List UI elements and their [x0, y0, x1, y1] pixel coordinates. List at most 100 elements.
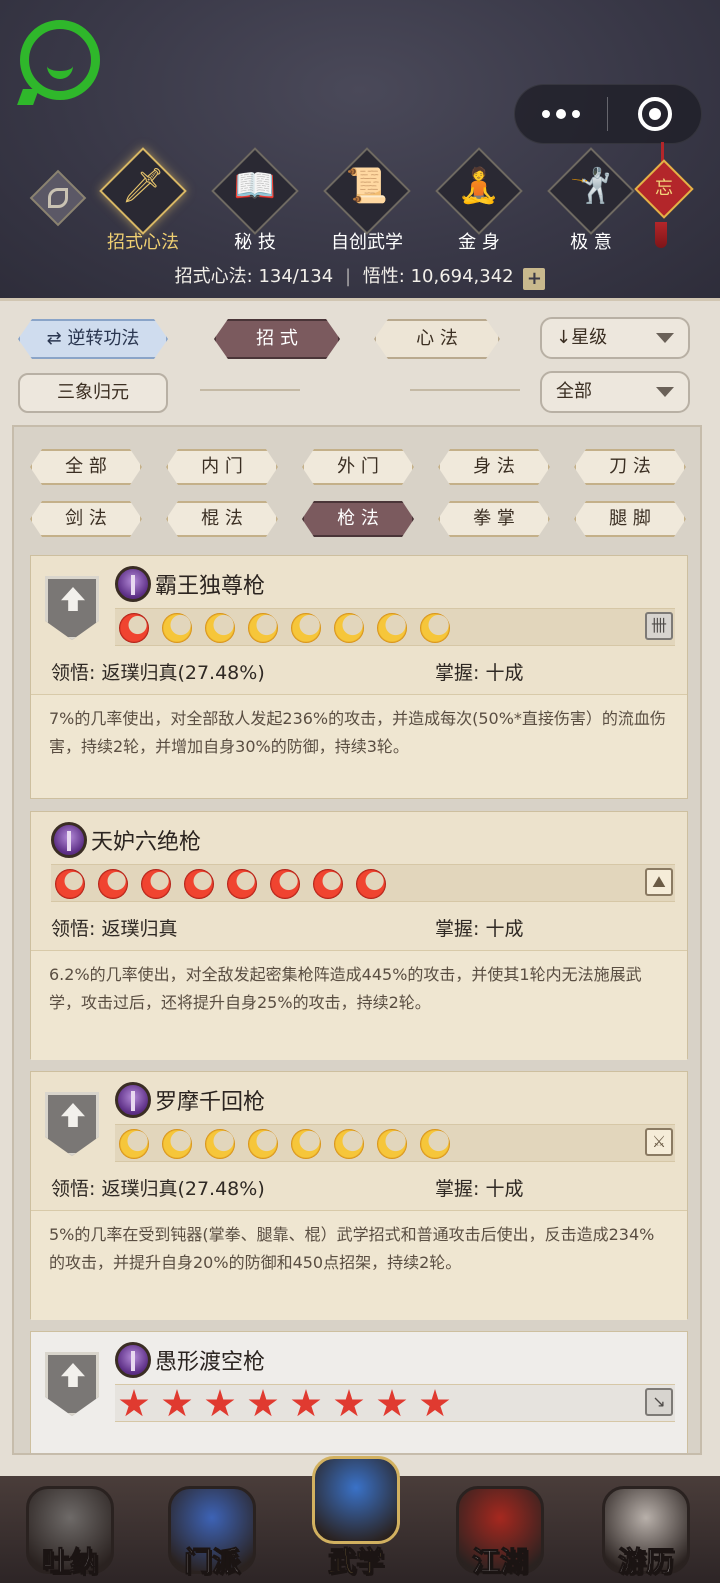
- weapon-type-icon: ↘: [645, 1388, 673, 1416]
- add-insight-button[interactable]: +: [523, 268, 546, 290]
- tab-mind[interactable]: 心 法: [374, 319, 500, 359]
- divider: [410, 389, 520, 391]
- upgrade-shield-icon[interactable]: [45, 576, 99, 640]
- chat-bubble-icon[interactable]: [20, 20, 100, 100]
- nav-breathing[interactable]: 吐纳: [20, 1486, 120, 1582]
- rank-marks: [115, 1124, 675, 1162]
- tab-moves-mind[interactable]: 🗡 招式心法: [90, 147, 190, 253]
- sort-select[interactable]: ↓星级: [540, 317, 690, 359]
- filter-inner[interactable]: 内 门: [166, 449, 278, 485]
- star-mark-icon: [334, 1389, 364, 1417]
- eye-toggle-button[interactable]: [29, 169, 87, 227]
- nav-travel[interactable]: 游历: [596, 1486, 696, 1582]
- nav-martial-arts[interactable]: 武学: [306, 1456, 406, 1582]
- tab-label: 秘 技: [234, 232, 276, 253]
- star-mark-icon: [119, 1389, 149, 1417]
- skill-card[interactable]: 愚形渡空枪 ↘: [30, 1331, 688, 1453]
- swap-icon: ⇄: [46, 328, 62, 349]
- tab-custom-martial[interactable]: 📜 自创武学: [314, 147, 414, 253]
- stats-line: 招式心法: 134/134 | 悟性: 10,694,342 +: [0, 262, 720, 290]
- skill-card[interactable]: 霸王独尊枪 卌 领悟: 返璞归真(27.48%) 掌握: 十成 7%的几率使出，…: [30, 555, 688, 799]
- insight-value: 返璞归真: [101, 918, 178, 940]
- tab-golden-body[interactable]: 🧘 金 身: [426, 147, 526, 253]
- tab-moves[interactable]: 招 式: [214, 319, 340, 359]
- mastery-label: 掌握:: [435, 1178, 480, 1200]
- filter-staff[interactable]: 棍 法: [166, 501, 278, 537]
- skill-card[interactable]: 天妒六绝枪 ⛰ 领悟: 返璞归真 掌握: 十成 6.2%的几率使出，对全敌发起密…: [30, 811, 688, 1060]
- skill-list-area: 全 部 内 门 外 门 身 法 刀 法 剑 法 棍 法 枪 法 拳 掌 腿 脚 …: [12, 425, 702, 1455]
- filter-all[interactable]: 全 部: [30, 449, 142, 485]
- moon-mark-icon: [248, 1129, 278, 1159]
- filter-sword[interactable]: 剑 法: [30, 501, 142, 537]
- tab-label: 金 身: [458, 232, 500, 253]
- down-arrow-icon: ↓: [556, 327, 572, 348]
- target-icon: [637, 97, 672, 131]
- tab-secret-skill[interactable]: 📖 秘 技: [202, 147, 302, 253]
- rank-marks: [51, 864, 675, 902]
- insight-value: 返璞归真(27.48%): [101, 1178, 265, 1200]
- scroll-icon: 📜: [345, 166, 389, 206]
- bottom-nav: 吐纳 门派 武学 江湖 游历: [0, 1456, 720, 1583]
- fire-mark-icon: [270, 869, 300, 899]
- moon-mark-icon: [377, 613, 407, 643]
- mastery-label: 掌握:: [435, 662, 480, 684]
- reverse-technique-button[interactable]: ⇄ 逆转功法: [18, 319, 168, 359]
- tab-ultimate[interactable]: 🤺 极 意: [538, 147, 638, 253]
- moon-mark-icon: [205, 613, 235, 643]
- moves-count-value: 134/134: [258, 266, 334, 287]
- mastery-label: 掌握:: [435, 918, 480, 940]
- mastery-value: 十成: [485, 662, 524, 684]
- meditation-icon: 🧘: [457, 166, 501, 206]
- fire-mark-icon: [227, 869, 257, 899]
- skill-card[interactable]: 罗摩千回枪 ⚔ 领悟: 返璞归真(27.48%) 掌握: 十成 5%的几率在受到…: [30, 1071, 688, 1320]
- moon-mark-icon: [334, 1129, 364, 1159]
- fire-mark-icon: [184, 869, 214, 899]
- scope-label: 全部: [556, 381, 592, 402]
- description-text: 7%的几率使出，对全部敌人发起236%的攻击，并造成每次(50%*直接伤害）的流…: [49, 709, 666, 756]
- spear-skill-icon: [115, 1342, 151, 1378]
- weapon-type-icon: ⛰: [645, 868, 673, 896]
- filter-fist[interactable]: 拳 掌: [438, 501, 550, 537]
- mastery-value: 十成: [485, 1178, 524, 1200]
- divider: [200, 389, 300, 391]
- tab-label: 招式心法: [107, 232, 179, 253]
- sword-icon: 🗡: [121, 166, 165, 206]
- filter-blade[interactable]: 刀 法: [574, 449, 686, 485]
- upgrade-shield-icon[interactable]: [45, 1352, 99, 1416]
- upgrade-shield-icon[interactable]: [45, 1092, 99, 1156]
- category-tabs: 🗡 招式心法 📖 秘 技 📜 自创武学 🧘 金 身 🤺 极 意: [90, 147, 710, 253]
- sanxiang-button[interactable]: 三象归元: [18, 373, 168, 413]
- fire-mark-icon: [55, 869, 85, 899]
- fighter-icon: 🤺: [569, 166, 613, 206]
- nav-label: 江湖: [471, 1545, 528, 1579]
- description-text: 5%的几率在受到钝器(掌拳、腿靠、棍）武学招式和普通攻击后使出，反击造成234%…: [49, 1225, 655, 1272]
- nav-sect[interactable]: 门派: [162, 1486, 262, 1582]
- filter-movement[interactable]: 身 法: [438, 449, 550, 485]
- skill-name: 天妒六绝枪: [91, 830, 202, 855]
- spear-skill-icon: [115, 1082, 151, 1118]
- spear-skill-icon: [51, 822, 87, 858]
- nav-label: 门派: [183, 1545, 240, 1579]
- star-mark-icon: [162, 1389, 192, 1417]
- fire-mark-icon: [313, 869, 343, 899]
- filter-spear[interactable]: 枪 法: [302, 501, 414, 537]
- filter-outer[interactable]: 外 门: [302, 449, 414, 485]
- insight-value: 返璞归真(27.48%): [101, 662, 265, 684]
- rank-marks: [115, 1384, 675, 1422]
- nav-label: 武学: [327, 1545, 384, 1579]
- miniprogram-capsule: [514, 84, 702, 144]
- nav-jianghu[interactable]: 江湖: [450, 1486, 550, 1582]
- insight-label: 领悟:: [51, 1178, 96, 1200]
- fire-mark-icon: [98, 869, 128, 899]
- top-header: 🗡 招式心法 📖 秘 技 📜 自创武学 🧘 金 身 🤺 极 意 忘 招式心法: …: [0, 0, 720, 300]
- fire-mark-icon: [141, 869, 171, 899]
- moon-mark-icon: [205, 1129, 235, 1159]
- filter-leg[interactable]: 腿 脚: [574, 501, 686, 537]
- star-mark-icon: [248, 1389, 278, 1417]
- close-miniprogram-button[interactable]: [608, 97, 701, 131]
- star-mark-icon: [205, 1389, 235, 1417]
- scope-select[interactable]: 全部: [540, 371, 690, 413]
- chevron-down-icon: [656, 333, 674, 343]
- skill-description: 5%的几率在受到钝器(掌拳、腿靠、棍）武学招式和普通攻击后使出，反击造成234%…: [31, 1210, 687, 1320]
- more-options-button[interactable]: [515, 85, 607, 143]
